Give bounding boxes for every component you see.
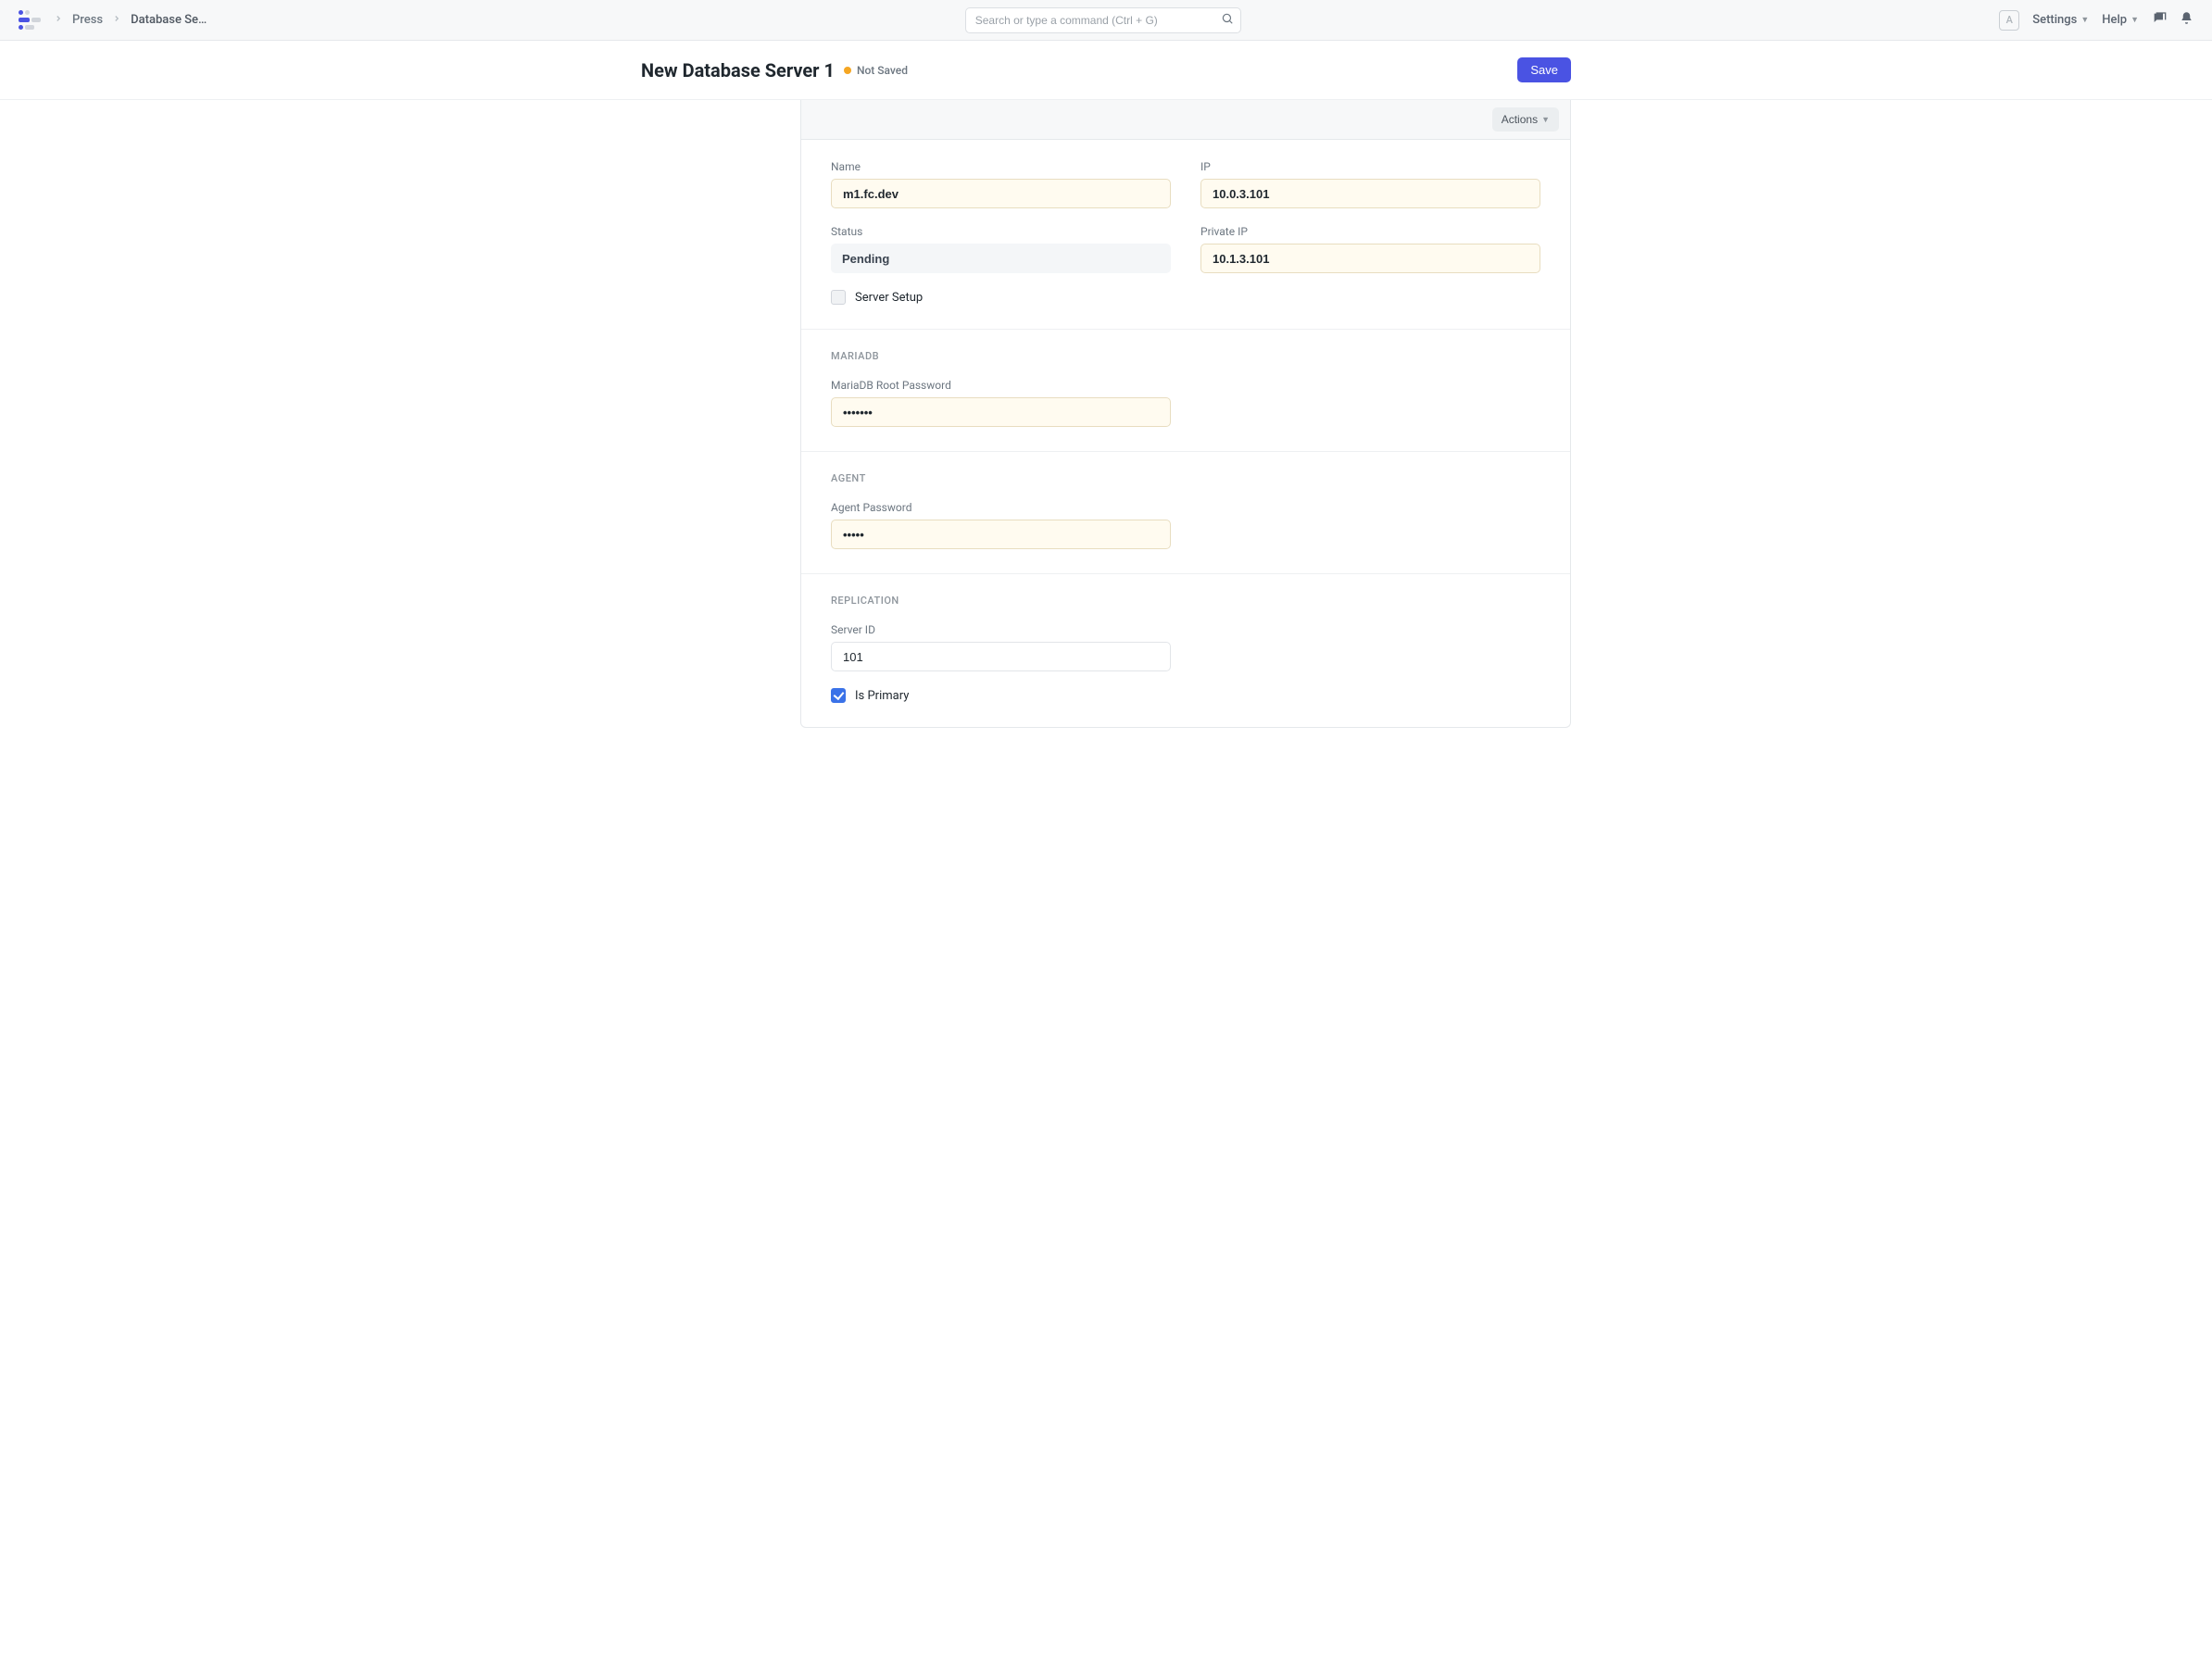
status-input — [831, 244, 1171, 273]
page-title-wrap: New Database Server 1 Not Saved — [641, 59, 908, 81]
form-card: Actions ▼ Name Status Se — [800, 100, 1571, 728]
is-primary-checkbox[interactable] — [831, 688, 846, 703]
ip-label: IP — [1200, 160, 1540, 173]
actions-label: Actions — [1502, 113, 1538, 126]
bell-icon[interactable] — [2180, 11, 2193, 29]
chevron-right-icon — [112, 13, 121, 27]
section-general: Name Status Server Setup IP — [801, 140, 1570, 330]
server-id-label: Server ID — [831, 623, 1171, 636]
is-primary-label: Is Primary — [855, 689, 909, 703]
server-setup-label: Server Setup — [855, 291, 923, 305]
agent-password-label: Agent Password — [831, 501, 1171, 514]
private-ip-label: Private IP — [1200, 225, 1540, 238]
content: Actions ▼ Name Status Se — [641, 100, 1571, 728]
replication-section-title: REPLICATION — [831, 595, 1540, 607]
agent-section-title: AGENT — [831, 472, 1540, 484]
name-label: Name — [831, 160, 1171, 173]
save-button[interactable]: Save — [1517, 57, 1571, 82]
agent-password-input[interactable] — [831, 520, 1171, 549]
server-setup-checkbox[interactable] — [831, 290, 846, 305]
search-box — [965, 7, 1241, 33]
name-input[interactable] — [831, 179, 1171, 208]
server-id-input[interactable] — [831, 642, 1171, 671]
chevron-right-icon — [54, 13, 63, 27]
settings-menu[interactable]: Settings ▼ — [2032, 13, 2089, 27]
navbar-center — [965, 7, 1241, 33]
app-logo[interactable] — [19, 10, 43, 31]
breadcrumb-press[interactable]: Press — [72, 13, 103, 27]
caret-down-icon: ▼ — [2130, 15, 2139, 25]
ip-input[interactable] — [1200, 179, 1540, 208]
breadcrumb: Press Database Se… — [54, 13, 207, 27]
caret-down-icon: ▼ — [2080, 15, 2089, 25]
breadcrumb-current[interactable]: Database Se… — [131, 13, 207, 27]
page-title: New Database Server 1 — [641, 59, 835, 81]
comment-icon[interactable] — [2152, 11, 2167, 30]
settings-label: Settings — [2032, 13, 2077, 27]
section-mariadb: MARIADB MariaDB Root Password — [801, 330, 1570, 452]
status-dot-icon — [844, 67, 851, 74]
page-header: New Database Server 1 Not Saved Save — [0, 41, 2212, 100]
search-icon — [1221, 12, 1234, 29]
section-replication: REPLICATION Server ID Is Primary — [801, 574, 1570, 727]
status-text: Not Saved — [857, 64, 908, 77]
mariadb-password-label: MariaDB Root Password — [831, 379, 1171, 392]
form-toolbar: Actions ▼ — [801, 100, 1570, 140]
help-menu[interactable]: Help ▼ — [2102, 13, 2139, 27]
navbar-right: A Settings ▼ Help ▼ — [1999, 10, 2193, 31]
search-input[interactable] — [965, 7, 1241, 33]
help-label: Help — [2102, 13, 2127, 27]
status-label: Status — [831, 225, 1171, 238]
navbar-left: Press Database Se… — [19, 10, 207, 31]
mariadb-password-input[interactable] — [831, 397, 1171, 427]
section-agent: AGENT Agent Password — [801, 452, 1570, 574]
actions-button[interactable]: Actions ▼ — [1492, 107, 1559, 132]
avatar[interactable]: A — [1999, 10, 2019, 31]
caret-down-icon: ▼ — [1541, 115, 1550, 124]
private-ip-input[interactable] — [1200, 244, 1540, 273]
navbar: Press Database Se… A Settings ▼ Help ▼ — [0, 0, 2212, 41]
save-status: Not Saved — [844, 64, 908, 77]
mariadb-section-title: MARIADB — [831, 350, 1540, 362]
